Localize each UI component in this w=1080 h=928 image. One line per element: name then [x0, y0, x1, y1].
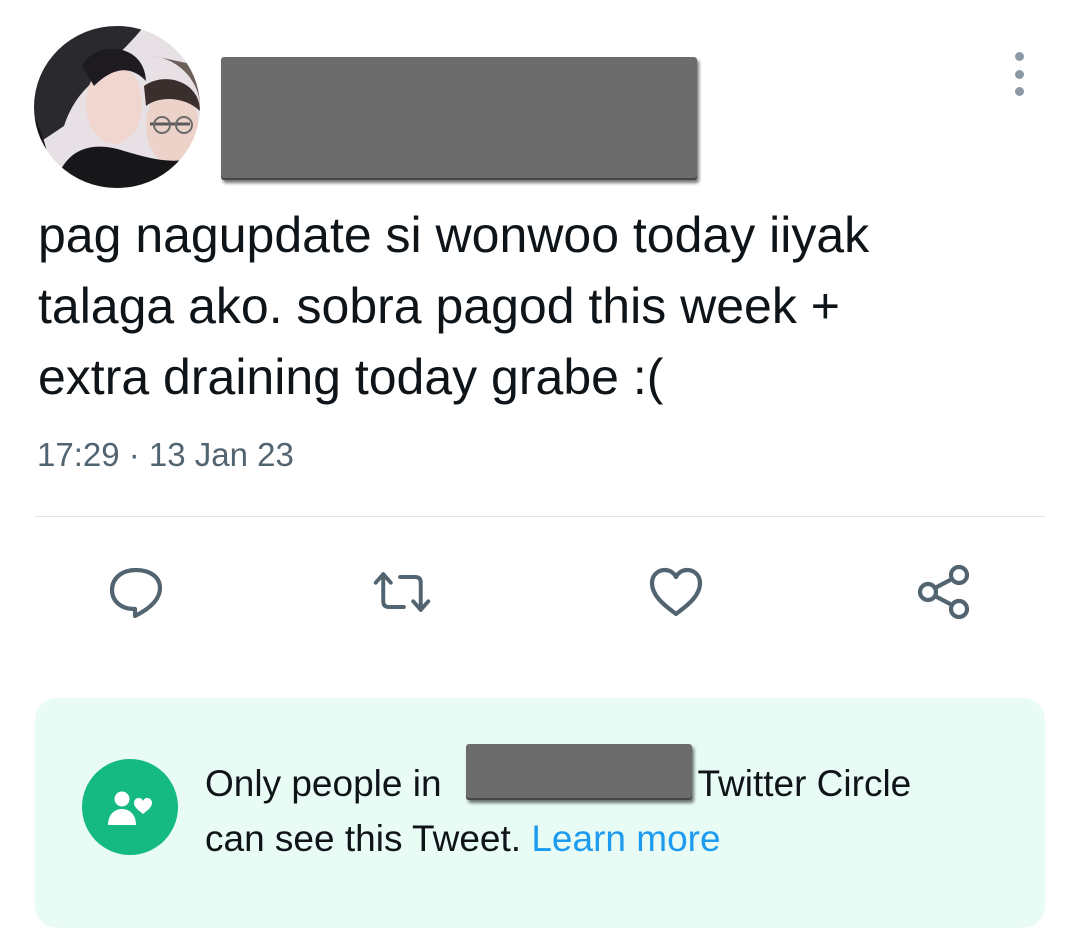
- tweet-text-line: extra draining today grabe :(: [38, 349, 664, 405]
- tweet-timestamp[interactable]: 17:29 · 13 Jan 23: [37, 436, 294, 474]
- notice-text-after: Twitter Circle: [687, 763, 912, 804]
- redacted-circle-owner: [466, 744, 692, 800]
- more-options-icon[interactable]: [1006, 52, 1032, 96]
- share-icon: [917, 564, 970, 620]
- profile-avatar[interactable]: [34, 26, 200, 188]
- notice-text-before: Only people in: [205, 763, 452, 804]
- notice-text-line2: can see this Tweet.: [205, 818, 532, 859]
- tweet-text-line: pag nagupdate si wonwoo today iiyak: [38, 207, 870, 263]
- divider: [35, 516, 1045, 517]
- learn-more-link[interactable]: Learn more: [531, 818, 720, 859]
- tweet-text-line: talaga ako. sobra pagod this week +: [38, 278, 840, 334]
- heart-icon: [649, 567, 703, 617]
- reply-button[interactable]: [106, 562, 166, 622]
- share-button[interactable]: [914, 562, 974, 622]
- reply-icon: [109, 567, 163, 619]
- twitter-circle-icon: [82, 759, 178, 855]
- like-button[interactable]: [646, 562, 706, 622]
- retweet-button[interactable]: [372, 562, 432, 622]
- retweet-icon: [373, 572, 431, 612]
- avatar-photo: [34, 26, 200, 188]
- redacted-display-name: [221, 57, 697, 180]
- tweet-text: pag nagupdate si wonwoo today iiyak tala…: [38, 200, 1048, 413]
